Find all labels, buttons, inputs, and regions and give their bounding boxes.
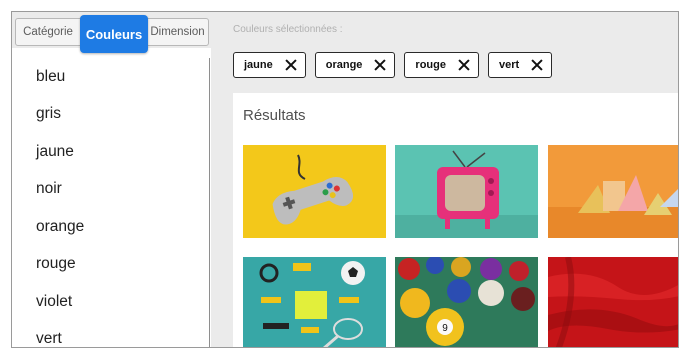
red-curtain-photo[interactable] xyxy=(548,257,678,347)
color-item-violet[interactable]: violet xyxy=(12,283,208,321)
svg-text:9: 9 xyxy=(442,323,448,334)
tab-dimension[interactable]: Dimension xyxy=(146,18,209,46)
color-item-bleu[interactable]: bleu xyxy=(12,58,208,96)
selected-chips: jaune orange rouge vert xyxy=(233,52,553,78)
chip-label: orange xyxy=(325,59,363,71)
color-item-jaune[interactable]: jaune xyxy=(12,133,208,171)
chip-label: vert xyxy=(498,59,520,71)
filter-tabs: Catégorie Dimension Couleurs xyxy=(12,12,211,53)
tab-categorie[interactable]: Catégorie xyxy=(15,18,81,46)
chip-orange[interactable]: orange xyxy=(314,52,396,78)
color-item-noir[interactable]: noir xyxy=(12,171,208,209)
game-controller-photo[interactable] xyxy=(243,145,386,238)
close-icon[interactable] xyxy=(374,59,386,71)
app-window: Catégorie Dimension Couleurs bleu gris j… xyxy=(11,11,679,348)
selected-colors-label: Couleurs sélectionnées : xyxy=(233,24,343,35)
sports-icon xyxy=(243,257,386,347)
color-item-orange[interactable]: orange xyxy=(12,208,208,246)
chip-label: jaune xyxy=(244,59,273,71)
color-item-vert[interactable]: vert xyxy=(12,321,208,347)
shapes-icon xyxy=(548,145,678,238)
close-icon[interactable] xyxy=(458,59,470,71)
filter-panel: Catégorie Dimension Couleurs bleu gris j… xyxy=(12,12,211,347)
chip-jaune[interactable]: jaune xyxy=(233,52,306,78)
geometric-shapes-photo[interactable] xyxy=(548,145,678,238)
game-controller-icon xyxy=(243,145,386,238)
chip-label: rouge xyxy=(415,59,446,71)
tv-icon xyxy=(395,145,538,238)
pink-tv-photo[interactable] xyxy=(395,145,538,238)
panel-divider xyxy=(209,58,210,347)
color-item-rouge[interactable]: rouge xyxy=(12,246,208,284)
color-item-gris[interactable]: gris xyxy=(12,96,208,134)
color-list: bleu gris jaune noir orange rouge violet… xyxy=(12,58,208,347)
close-icon[interactable] xyxy=(285,59,297,71)
billiard-balls-photo[interactable]: 9 xyxy=(395,257,538,347)
chip-rouge[interactable]: rouge xyxy=(404,52,479,78)
tab-couleurs[interactable]: Couleurs xyxy=(80,15,148,53)
chip-vert[interactable]: vert xyxy=(487,52,553,78)
billiard-icon: 9 xyxy=(395,257,538,347)
curtain-icon xyxy=(548,257,678,347)
results-title: Résultats xyxy=(243,107,306,124)
sports-equipment-photo[interactable] xyxy=(243,257,386,347)
results-panel: Résultats 9 xyxy=(233,93,678,347)
close-icon[interactable] xyxy=(531,59,543,71)
